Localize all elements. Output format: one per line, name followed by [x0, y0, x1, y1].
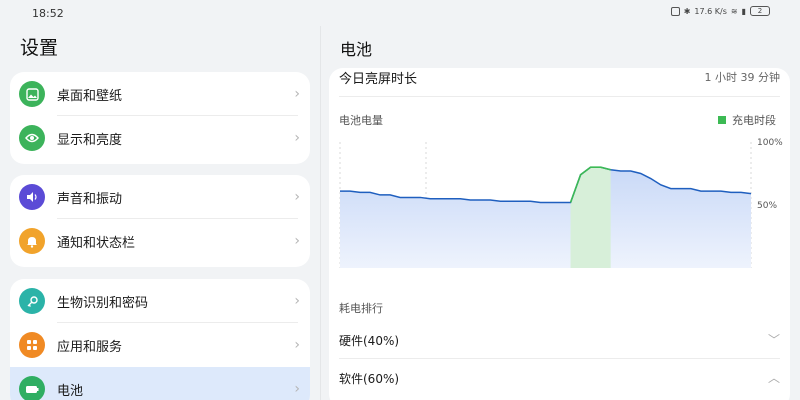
battery-area-fill: [340, 167, 751, 268]
divider: [339, 96, 780, 97]
settings-item-label: 声音和振动: [57, 191, 123, 207]
software-row-label: 软件(60%): [339, 372, 400, 386]
divider: [339, 358, 780, 359]
battery-page-title: 电池: [340, 40, 373, 59]
consumption-rank-label: 耗电排行: [339, 302, 383, 315]
battery-pane: 电池 今日亮屏时长 1 小时 39 分钟 电池电量 充电时段 100%50%19…: [321, 0, 800, 400]
chart-legend: 充电时段: [718, 112, 776, 128]
charging-area-fill: [570, 167, 611, 268]
legend-label: 充电时段: [732, 114, 776, 127]
chevron-right-icon: ›: [294, 130, 300, 146]
chevron-right-icon: ›: [294, 381, 300, 397]
wallpaper-icon: [19, 81, 45, 107]
settings-item-label: 应用和服务: [57, 339, 123, 355]
chevron-right-icon: ›: [294, 233, 300, 249]
settings-item-display[interactable]: 显示和亮度 ›: [10, 116, 310, 160]
chevron-right-icon: ›: [294, 86, 300, 102]
settings-item-apps[interactable]: 应用和服务 ›: [10, 323, 310, 367]
chevron-up-icon: ︿: [767, 371, 780, 385]
hardware-row-label: 硬件(40%): [339, 334, 400, 348]
page-title: 设置: [20, 37, 59, 59]
eye-icon: [19, 125, 45, 151]
screen-on-label: 今日亮屏时长: [339, 72, 418, 87]
battery-level-chart: 100%50%19:001/519:00: [339, 138, 783, 268]
key-icon: [19, 288, 45, 314]
settings-item-label: 生物识别和密码: [57, 295, 149, 311]
settings-item-battery[interactable]: 电池 ›: [10, 367, 310, 400]
screen-on-value: 1 小时 39 分钟: [704, 71, 781, 84]
software-row[interactable]: 软件(60%) ︿: [339, 360, 780, 396]
apps-icon: [19, 332, 45, 358]
settings-group-2: 声音和振动 › 通知和状态栏 ›: [10, 175, 310, 267]
settings-item-biometrics[interactable]: 生物识别和密码 ›: [10, 279, 310, 323]
y-tick-label: 50%: [757, 201, 777, 211]
battery-icon: [19, 376, 45, 400]
chevron-right-icon: ›: [294, 337, 300, 353]
settings-item-label: 桌面和壁纸: [57, 88, 123, 104]
hardware-row[interactable]: 硬件(40%) ﹀: [339, 322, 780, 358]
screen-on-row: 今日亮屏时长 1 小时 39 分钟: [339, 68, 780, 90]
settings-item-notifications[interactable]: 通知和状态栏 ›: [10, 219, 310, 263]
settings-group-3: 生物识别和密码 › 应用和服务 › 电池 ›: [10, 279, 310, 400]
settings-group-1: 桌面和壁纸 › 显示和亮度 ›: [10, 72, 310, 164]
bell-icon: [19, 228, 45, 254]
legend-swatch: [718, 116, 726, 124]
settings-item-sound[interactable]: 声音和振动 ›: [10, 175, 310, 219]
settings-item-wallpaper[interactable]: 桌面和壁纸 ›: [10, 72, 310, 116]
settings-pane: 设置 桌面和壁纸 › 显示和亮度 › 声音和振动 › 通知和状态栏 › 生物识别…: [0, 0, 320, 400]
chevron-down-icon: ﹀: [767, 333, 780, 347]
chevron-right-icon: ›: [294, 293, 300, 309]
battery-level-label: 电池电量: [339, 114, 383, 127]
settings-item-label: 显示和亮度: [57, 132, 123, 148]
settings-item-label: 电池: [57, 383, 84, 399]
battery-card: 今日亮屏时长 1 小时 39 分钟 电池电量 充电时段 100%50%19:00…: [329, 68, 790, 400]
speaker-icon: [19, 184, 45, 210]
chevron-right-icon: ›: [294, 189, 300, 205]
settings-item-label: 通知和状态栏: [57, 235, 136, 251]
y-tick-label: 100%: [757, 138, 783, 148]
